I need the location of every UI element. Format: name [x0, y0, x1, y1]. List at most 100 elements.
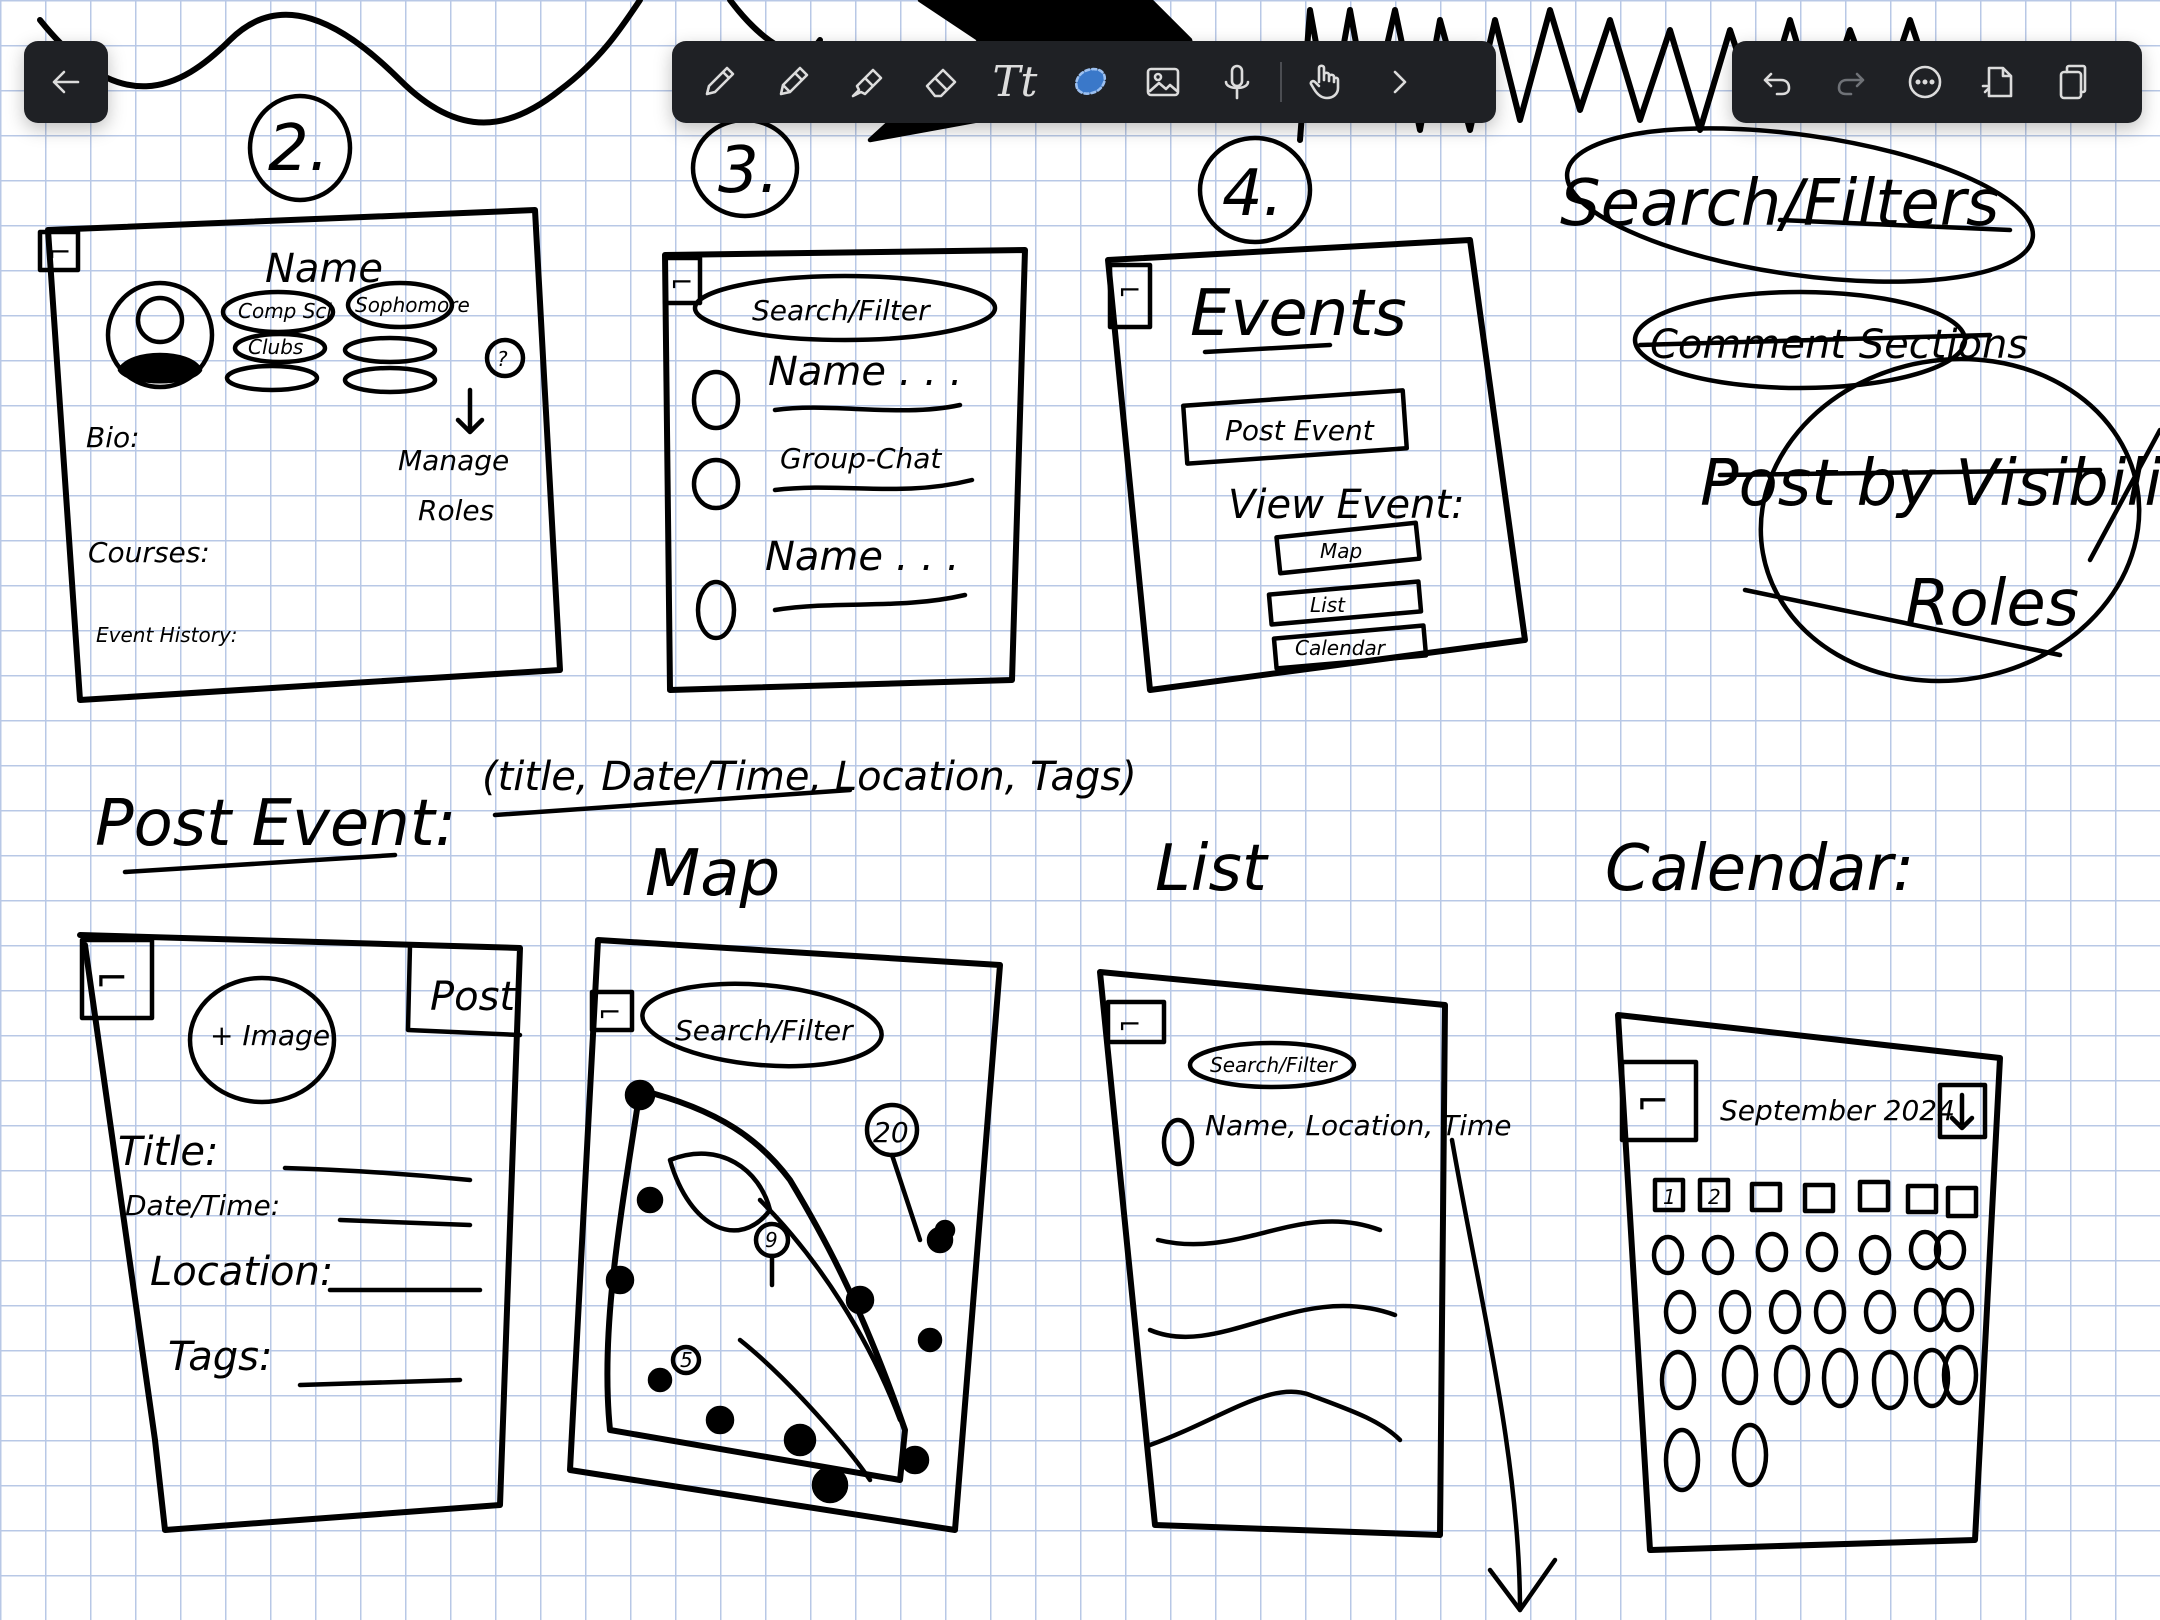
- pencil-icon: [779, 66, 809, 96]
- list-screen-sketch: ⌐ Search/Filter Name, Location, Time: [1097, 969, 1558, 1613]
- list-heading: List: [1155, 832, 1270, 906]
- svg-text:⌐: ⌐: [1636, 1079, 1670, 1125]
- svg-text:5: 5: [680, 1348, 693, 1372]
- new-page-icon: [1981, 66, 2013, 98]
- more-options-button[interactable]: [1888, 45, 1962, 119]
- post-event-screen-sketch: ⌐ + Image Post Title: Date/Time: Locatio…: [77, 932, 523, 1533]
- svg-text:Comp Sci: Comp Sci: [238, 299, 332, 323]
- svg-text:Bio:: Bio:: [86, 421, 140, 454]
- more-icon: [1908, 65, 1942, 99]
- undo-button[interactable]: [1740, 45, 1814, 119]
- touch-tool-button[interactable]: [1288, 45, 1362, 119]
- microphone-tool-button[interactable]: [1200, 45, 1274, 119]
- svg-text:Tags:: Tags:: [168, 1334, 272, 1380]
- highlighter-icon: [851, 68, 883, 98]
- svg-text:Manage: Manage: [398, 444, 509, 477]
- calendar-heading: Calendar:: [1605, 832, 1914, 906]
- image-icon: [1146, 67, 1180, 97]
- number-2-circle: 2.: [247, 93, 353, 203]
- svg-text:⌐: ⌐: [1118, 274, 1141, 307]
- text-tool-button[interactable]: Tt: [978, 45, 1052, 119]
- svg-text:1: 1: [1663, 1185, 1676, 1209]
- chevron-right-icon: [1393, 70, 1407, 94]
- highlighter-tool-button[interactable]: [830, 45, 904, 119]
- svg-text:⌐: ⌐: [95, 956, 129, 1002]
- svg-text:+ Image: + Image: [210, 1019, 330, 1052]
- eraser-icon: [925, 68, 957, 98]
- back-button[interactable]: [29, 45, 103, 119]
- svg-text:Search/Filter: Search/Filter: [752, 294, 931, 327]
- svg-text:Location:: Location:: [150, 1249, 333, 1295]
- pen-icon: [705, 66, 735, 96]
- sketch-canvas[interactable]: 2. 3. 4. ⌐ Name Comp Sci Sophomore Clubs…: [0, 0, 2160, 1620]
- svg-text:Date/Time:: Date/Time:: [125, 1189, 280, 1222]
- lasso-tool-button[interactable]: [1052, 45, 1126, 119]
- svg-text:Name . . .: Name . . .: [765, 534, 959, 580]
- actions-toolbar: [1732, 41, 2142, 123]
- lasso-icon: [1075, 67, 1107, 95]
- svg-text:Name, Location, Time: Name, Location, Time: [1205, 1109, 1512, 1142]
- svg-text:Post: Post: [430, 974, 516, 1020]
- svg-text:?: ?: [497, 347, 508, 371]
- map-heading: Map: [645, 837, 780, 911]
- svg-text:3.: 3.: [718, 134, 779, 208]
- svg-text:Clubs: Clubs: [248, 335, 303, 359]
- eraser-tool-button[interactable]: [904, 45, 978, 119]
- number-4-circle: 4.: [1197, 135, 1313, 245]
- svg-text:Group-Chat: Group-Chat: [780, 442, 942, 475]
- post-event-heading: Post Event: (title, Date/Time, Location,…: [95, 754, 1137, 875]
- messages-screen-sketch: ⌐ Search/Filter Name . . . Group-Chat Na…: [662, 247, 1028, 693]
- svg-text:Courses:: Courses:: [88, 536, 210, 569]
- svg-text:4.: 4.: [1222, 157, 1283, 231]
- svg-text:2: 2: [1708, 1185, 1721, 1209]
- tools-toolbar: Tt: [672, 41, 1496, 123]
- svg-text:Map: Map: [1320, 539, 1362, 563]
- undo-icon: [1763, 72, 1791, 96]
- svg-text:2.: 2.: [268, 112, 329, 186]
- svg-text:Roles: Roles: [418, 494, 494, 527]
- svg-text:⌐: ⌐: [670, 266, 693, 299]
- svg-text:Post by Visibility: Post by Visibility: [1700, 447, 2160, 521]
- svg-text:September 2024: September 2024: [1720, 1094, 1955, 1127]
- pages-button[interactable]: [2036, 45, 2110, 119]
- svg-text:Name: Name: [265, 246, 383, 292]
- svg-text:⌐: ⌐: [598, 996, 621, 1029]
- toolbar-separator: [1280, 62, 1282, 102]
- svg-text:View Event:: View Event:: [1228, 482, 1465, 528]
- map-screen-sketch: ⌐ Search/Filter 20 9 5: [567, 937, 1003, 1533]
- feature-notes: Search/Filters Comment Sections Post by …: [1560, 126, 2160, 684]
- svg-text:20: 20: [873, 1116, 909, 1149]
- events-screen-sketch: ⌐ Events Post Event View Event: Map List…: [1105, 237, 1528, 693]
- text-icon: Tt: [992, 57, 1038, 106]
- svg-text:⌐: ⌐: [1118, 1008, 1141, 1041]
- pages-icon: [2059, 64, 2087, 100]
- svg-text:Post Event: Post Event: [1225, 414, 1375, 447]
- svg-text:Sophomore: Sophomore: [355, 293, 470, 317]
- svg-text:Event History:: Event History:: [96, 623, 238, 647]
- redo-button[interactable]: [1814, 45, 1888, 119]
- svg-text:List: List: [1310, 593, 1346, 617]
- back-toolbar: [24, 41, 108, 123]
- microphone-icon: [1224, 64, 1250, 100]
- pencil-tool-button[interactable]: [756, 45, 830, 119]
- svg-text:Name . . .: Name . . .: [768, 349, 962, 395]
- svg-text:Search/Filter: Search/Filter: [1210, 1053, 1339, 1077]
- calendar-screen-sketch: ⌐ September 2024 1 2: [1615, 1012, 2003, 1553]
- redo-icon: [1837, 72, 1865, 96]
- new-page-button[interactable]: [1962, 45, 2036, 119]
- hand-pointer-icon: [1309, 64, 1340, 100]
- svg-text:Events: Events: [1190, 277, 1407, 351]
- number-3-circle: 3.: [690, 117, 800, 219]
- image-tool-button[interactable]: [1126, 45, 1200, 119]
- svg-text:Calendar: Calendar: [1295, 636, 1387, 660]
- svg-text:Title:: Title:: [118, 1129, 218, 1175]
- profile-screen-sketch: ⌐ Name Comp Sci Sophomore Clubs ? Bio: M…: [37, 207, 563, 703]
- back-arrow-icon: [52, 70, 80, 94]
- pen-tool-button[interactable]: [682, 45, 756, 119]
- svg-text:⌐: ⌐: [48, 236, 71, 269]
- svg-text:Search/Filters: Search/Filters: [1560, 167, 1999, 241]
- svg-text:Post Event:: Post Event:: [95, 787, 456, 861]
- svg-text:Search/Filter: Search/Filter: [675, 1014, 854, 1047]
- more-tools-button[interactable]: [1362, 45, 1436, 119]
- svg-text:9: 9: [765, 1228, 778, 1252]
